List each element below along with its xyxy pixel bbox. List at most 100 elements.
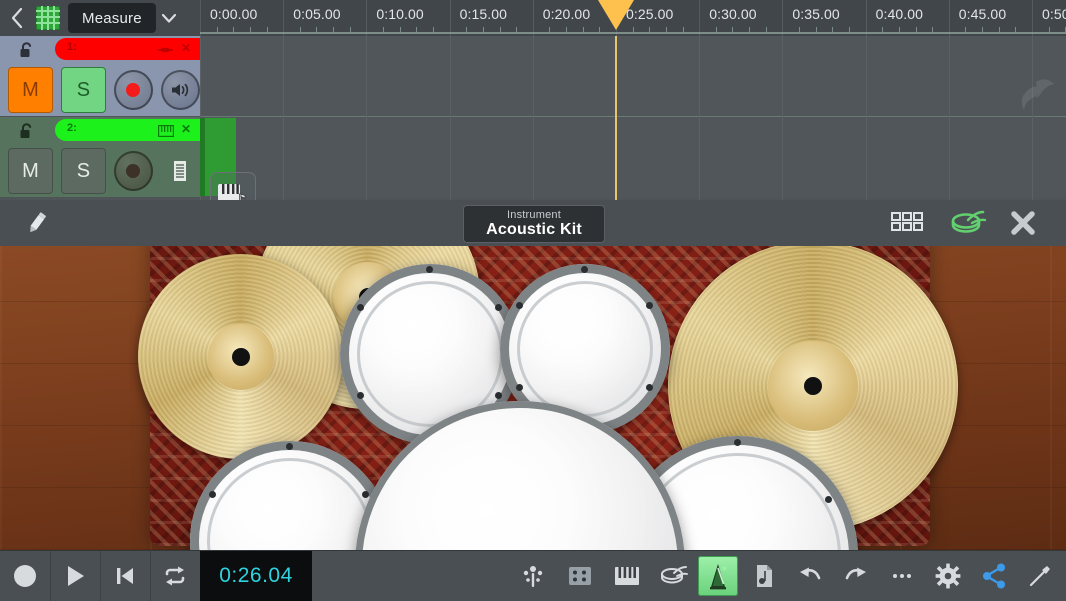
track-2-name-pill[interactable]: 2: ✕ xyxy=(55,119,200,141)
close-instrument-button[interactable] xyxy=(1006,207,1040,239)
play-button[interactable] xyxy=(50,551,101,601)
grid-6-icon xyxy=(891,212,923,231)
top-bar-left-controls: Measure xyxy=(0,0,200,36)
undo-button[interactable] xyxy=(790,556,830,596)
instrument-name: Acoustic Kit xyxy=(486,221,582,238)
playhead-line xyxy=(615,36,617,200)
rewind-to-start-icon xyxy=(117,568,133,584)
track-lane-2[interactable] xyxy=(200,117,1066,197)
track-view-button[interactable] xyxy=(36,6,60,30)
instrument-selector[interactable]: Instrument Acoustic Kit xyxy=(463,205,605,243)
share-button[interactable] xyxy=(974,556,1014,596)
track-header-2: 2: ✕ M S xyxy=(0,117,200,197)
timeline-gridline xyxy=(699,36,701,200)
timeline-gridline xyxy=(532,36,534,200)
timeline-gridline xyxy=(782,36,784,200)
instrument-browser-button[interactable] xyxy=(889,207,925,237)
audio-wave-icon xyxy=(156,43,174,61)
more-options-button[interactable] xyxy=(882,556,922,596)
close-icon xyxy=(1011,211,1035,235)
ruler-tick-label: 0:15.00 xyxy=(459,6,508,22)
drum-kit-icon xyxy=(951,210,987,233)
lock-icon[interactable] xyxy=(16,121,38,141)
back-button[interactable] xyxy=(0,0,34,36)
track-1-title-row: 1: ✕ xyxy=(0,36,200,62)
time-display[interactable]: 0:26.04 xyxy=(200,551,312,601)
close-icon[interactable]: ✕ xyxy=(181,122,191,136)
top-bar: Measure 0:00.00 0:05.00 0:10.00 0:15.00 0:20… xyxy=(0,0,1066,36)
track-1-number: 1: xyxy=(67,41,77,53)
chevron-down-icon xyxy=(161,13,176,23)
chevron-left-icon xyxy=(11,7,23,29)
timeline-gridline xyxy=(449,36,451,200)
track-header-1: 1: ✕ M S xyxy=(0,36,200,116)
ruler-tick-label: 0:30.00 xyxy=(709,6,757,22)
edit-button[interactable] xyxy=(24,210,50,241)
settings-gear-icon xyxy=(935,563,961,589)
speaker-icon xyxy=(172,83,189,97)
play-icon xyxy=(68,566,84,586)
record-icon xyxy=(126,164,141,178)
list-icon xyxy=(174,161,187,181)
ruler-mode-button[interactable]: Measure xyxy=(68,3,156,33)
timeline-gridline xyxy=(948,36,950,200)
track-area: 1: ✕ M S 2: ✕ M S xyxy=(0,36,1066,200)
keyboard-button[interactable] xyxy=(607,556,647,596)
midi-region-icon xyxy=(216,178,248,200)
settings-button[interactable] xyxy=(928,556,968,596)
kit-selector-button[interactable] xyxy=(948,207,988,239)
fx-icon xyxy=(523,566,543,587)
cymbal-hihat-left[interactable] xyxy=(138,254,343,459)
instrument-label: Instrument xyxy=(507,209,561,221)
track-2-title-row: 2: ✕ xyxy=(0,117,200,143)
track-1-solo-button[interactable]: S xyxy=(60,67,106,113)
track-2-solo-button[interactable]: S xyxy=(60,148,106,194)
track-2-mute-button[interactable]: M xyxy=(8,148,53,194)
keyboard-icon xyxy=(158,124,175,142)
instrument-bar: Instrument Acoustic Kit xyxy=(0,200,1066,247)
track-1-mute-button[interactable]: M xyxy=(8,67,53,113)
ruler-tick-label: 0:00.00 xyxy=(210,6,258,22)
timeline-gridline xyxy=(366,36,368,200)
ruler-tick-label: 0:45.00 xyxy=(958,6,1007,22)
note-pad-icon xyxy=(757,565,772,587)
track-2-controls: M S xyxy=(0,145,200,197)
ruler-segment: 0:45.00 xyxy=(948,0,1032,36)
note-pad-button[interactable] xyxy=(744,556,784,596)
track-1-monitor-button[interactable] xyxy=(160,70,200,110)
smart-controls-button[interactable] xyxy=(560,556,600,596)
track-lane-1[interactable] xyxy=(200,36,1066,116)
ruler-tick-label: 0:05.00 xyxy=(293,6,341,22)
metronome-button[interactable] xyxy=(698,556,738,596)
ruler-segment: 0:40.00 xyxy=(865,0,949,36)
lock-icon[interactable] xyxy=(16,40,38,60)
keyboard-icon xyxy=(615,567,639,585)
ruler-segment: 0:15.00 xyxy=(449,0,533,36)
fx-button[interactable] xyxy=(513,556,553,596)
redo-button[interactable] xyxy=(836,556,876,596)
track-1-controls: M S xyxy=(0,64,200,116)
playhead-handle[interactable] xyxy=(598,0,634,30)
track-1-name-pill[interactable]: 1: ✕ xyxy=(55,38,200,60)
drumstick-button[interactable] xyxy=(1020,556,1060,596)
ruler-tick-label: 0:35.00 xyxy=(792,6,840,22)
drums-icon xyxy=(661,566,688,584)
ruler-mode-dropdown[interactable] xyxy=(156,0,182,36)
drum-kit-stage[interactable] xyxy=(0,246,1066,550)
ruler-mode-label: Measure xyxy=(82,9,142,27)
metronome-icon xyxy=(710,564,727,590)
ruler-segment: 0:00.00 xyxy=(200,0,283,36)
ruler-tick-label: 0:40.00 xyxy=(875,6,924,22)
loop-button[interactable] xyxy=(150,551,201,601)
record-button[interactable] xyxy=(0,551,51,601)
record-icon xyxy=(126,83,141,97)
track-1-record-button[interactable] xyxy=(113,70,153,110)
track-2-record-button[interactable] xyxy=(113,151,153,191)
drums-button[interactable] xyxy=(654,556,694,596)
share-icon xyxy=(983,563,1005,589)
close-icon[interactable]: ✕ xyxy=(181,41,191,55)
track-2-list-button[interactable] xyxy=(161,151,200,191)
rewind-to-start-button[interactable] xyxy=(100,551,151,601)
ruler-tick-label: 0:10.00 xyxy=(376,6,424,22)
drumstick-icon xyxy=(1029,566,1050,587)
